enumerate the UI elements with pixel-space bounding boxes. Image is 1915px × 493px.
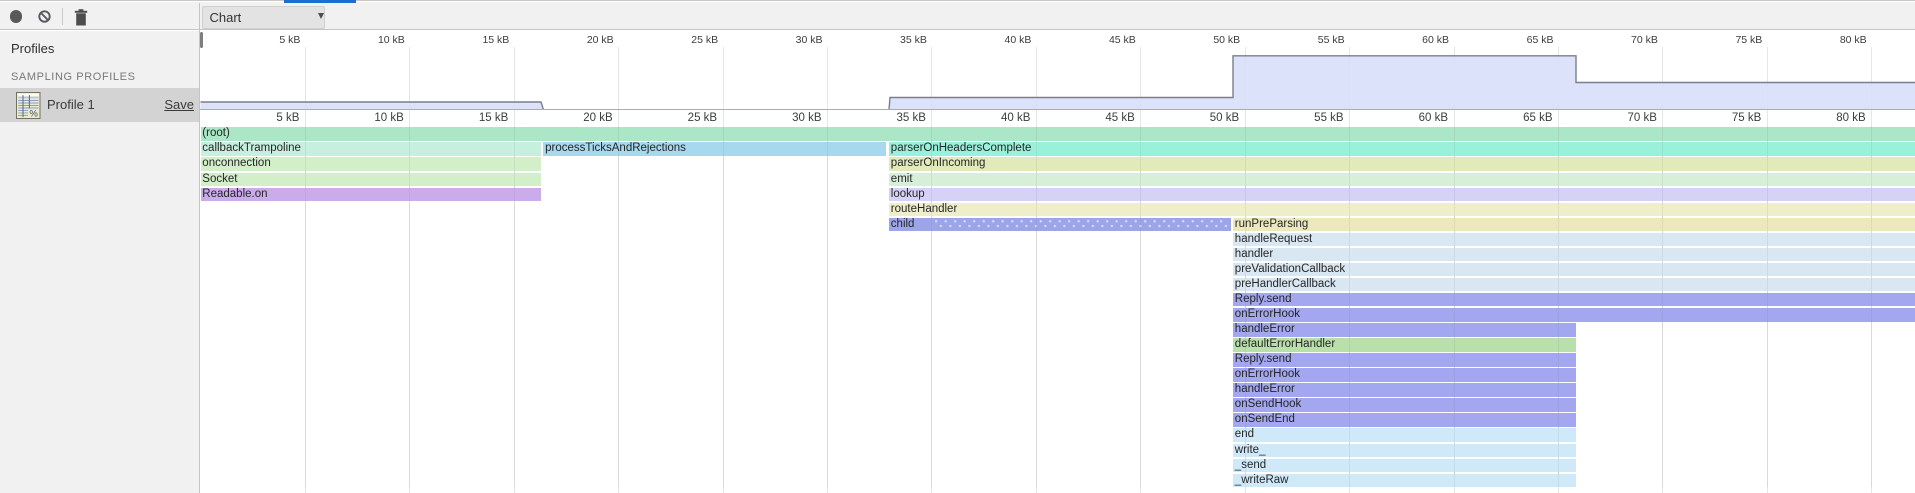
- svg-text:%: %: [29, 109, 38, 119]
